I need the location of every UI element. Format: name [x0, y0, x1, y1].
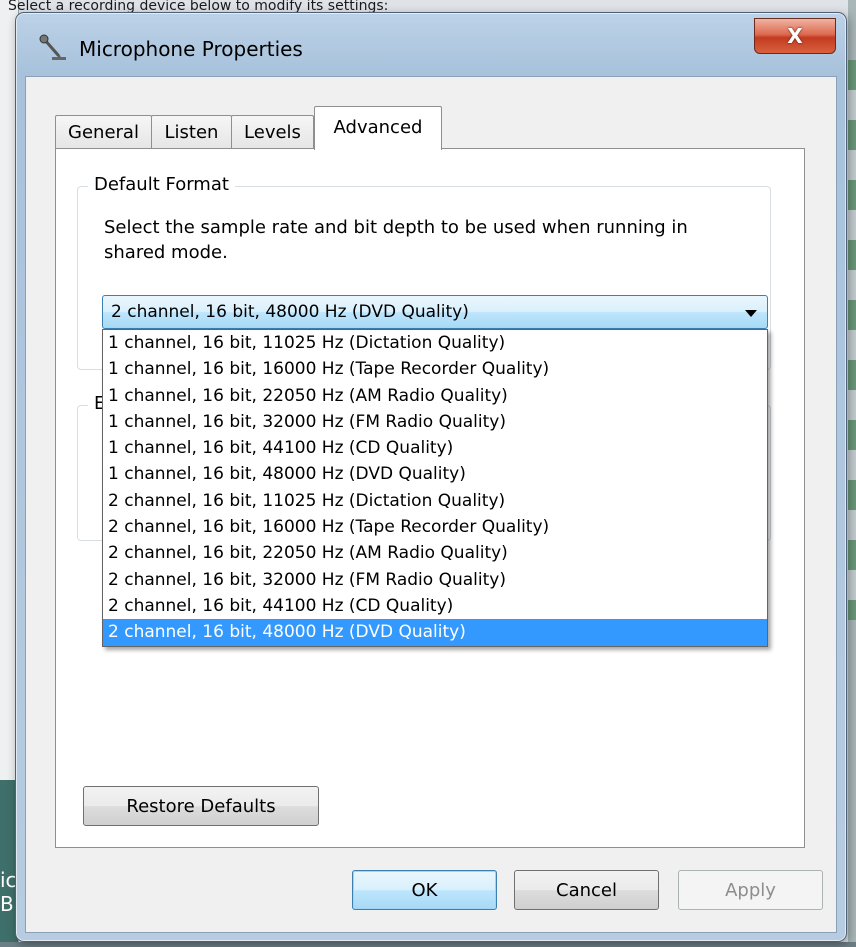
close-button[interactable]: X	[754, 18, 836, 54]
sample-rate-dropdown[interactable]: 2 channel, 16 bit, 48000 Hz (DVD Quality…	[102, 295, 768, 329]
dropdown-option[interactable]: 2 channel, 16 bit, 11025 Hz (Dictation Q…	[103, 488, 767, 514]
dropdown-option[interactable]: 1 channel, 16 bit, 11025 Hz (Dictation Q…	[103, 330, 767, 356]
dropdown-option[interactable]: 1 channel, 16 bit, 22050 Hz (AM Radio Qu…	[103, 383, 767, 409]
tab-listen[interactable]: Listen	[151, 115, 232, 149]
microphone-properties-dialog: Microphone Properties X General Listen L…	[15, 12, 847, 942]
cancel-button[interactable]: Cancel	[514, 870, 659, 910]
dropdown-option[interactable]: 1 channel, 16 bit, 16000 Hz (Tape Record…	[103, 356, 767, 382]
apply-button[interactable]: Apply	[678, 870, 823, 910]
dropdown-option[interactable]: 1 channel, 16 bit, 32000 Hz (FM Radio Qu…	[103, 409, 767, 435]
tab-label: Levels	[244, 122, 301, 143]
dropdown-option[interactable]: 2 channel, 16 bit, 44100 Hz (CD Quality)	[103, 593, 767, 619]
sample-rate-selected-value: 2 channel, 16 bit, 48000 Hz (DVD Quality…	[111, 302, 469, 322]
tab-label: General	[68, 122, 139, 143]
tab-label: Advanced	[333, 117, 423, 138]
dropdown-option[interactable]: 1 channel, 16 bit, 48000 Hz (DVD Quality…	[103, 461, 767, 487]
dropdown-option[interactable]: 2 channel, 16 bit, 16000 Hz (Tape Record…	[103, 514, 767, 540]
dropdown-option-selected[interactable]: 2 channel, 16 bit, 48000 Hz (DVD Quality…	[103, 619, 767, 646]
tab-label: Listen	[164, 122, 219, 143]
ok-button[interactable]: OK	[352, 870, 497, 910]
tab-levels[interactable]: Levels	[231, 115, 314, 149]
default-format-legend: Default Format	[88, 174, 235, 195]
chevron-down-icon[interactable]	[745, 310, 757, 317]
dialog-client-area: General Listen Levels Advanced Default F…	[25, 76, 837, 933]
close-icon: X	[787, 24, 803, 48]
default-format-description: Select the sample rate and bit depth to …	[104, 217, 688, 263]
advanced-tab-panel: Default Format Select the sample rate an…	[55, 148, 805, 848]
background-right-strip	[848, 60, 856, 620]
tab-general[interactable]: General	[55, 115, 152, 149]
window-title: Microphone Properties	[79, 37, 303, 61]
dropdown-option[interactable]: 2 channel, 16 bit, 22050 Hz (AM Radio Qu…	[103, 540, 767, 566]
dropdown-option[interactable]: 2 channel, 16 bit, 32000 Hz (FM Radio Qu…	[103, 567, 767, 593]
dropdown-option[interactable]: 1 channel, 16 bit, 44100 Hz (CD Quality)	[103, 435, 767, 461]
sample-rate-options-list: 1 channel, 16 bit, 11025 Hz (Dictation Q…	[102, 329, 768, 647]
background-taskbar	[0, 942, 856, 947]
microphone-icon	[38, 33, 68, 63]
restore-defaults-button[interactable]: Restore Defaults	[83, 786, 319, 826]
tab-advanced[interactable]: Advanced	[314, 106, 442, 150]
